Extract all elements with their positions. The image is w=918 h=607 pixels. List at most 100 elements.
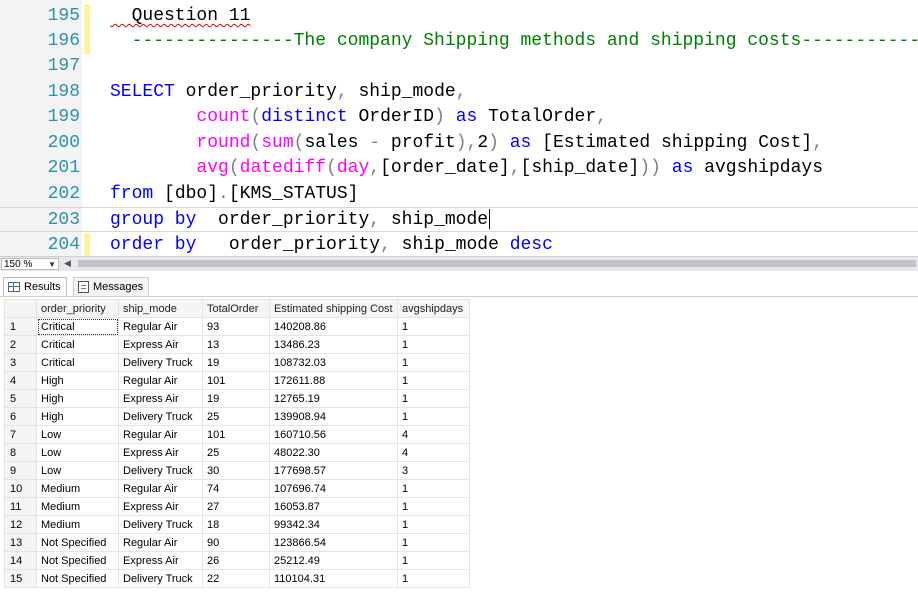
table-cell[interactable]: 1 xyxy=(397,533,470,552)
row-number[interactable]: 1 xyxy=(4,317,37,336)
query-editor[interactable]: 195 Question 11 196 ---------------The co… xyxy=(0,0,918,256)
table-cell[interactable]: Express Air xyxy=(118,443,203,462)
table-cell[interactable]: 1 xyxy=(397,497,470,516)
table-cell[interactable]: 1 xyxy=(397,353,470,372)
table-cell[interactable]: Critical xyxy=(36,353,119,372)
table-cell[interactable]: High xyxy=(36,389,119,408)
table-row[interactable]: 7 Low Regular Air 101 160710.56 4 xyxy=(4,425,470,444)
table-row[interactable]: 13 Not Specified Regular Air 90 123866.54 1 xyxy=(4,533,470,552)
table-row[interactable]: 12 Medium Delivery Truck 18 99342.34 1 xyxy=(4,515,470,534)
table-row[interactable]: 2 Critical Express Air 13 13486.23 1 xyxy=(4,335,470,354)
table-row[interactable]: 9 Low Delivery Truck 30 177698.57 3 xyxy=(4,461,470,480)
code-line[interactable]: 196 ---------------The company Shipping … xyxy=(0,29,918,54)
table-cell[interactable]: Medium xyxy=(36,497,119,516)
table-cell[interactable]: Express Air xyxy=(118,335,203,354)
row-number[interactable]: 2 xyxy=(4,335,37,354)
code-line[interactable]: 203 group by order_priority, ship_mode xyxy=(0,207,918,232)
table-row[interactable]: 1 Critical Regular Air 93 140208.86 1 xyxy=(4,317,470,336)
table-cell[interactable]: 139908.94 xyxy=(269,407,398,426)
table-cell[interactable]: 13486.23 xyxy=(269,335,398,354)
table-cell[interactable]: Delivery Truck xyxy=(118,515,203,534)
table-row[interactable]: 5 High Express Air 19 12765.19 1 xyxy=(4,389,470,408)
table-cell[interactable]: High xyxy=(36,371,119,390)
table-row[interactable]: 6 High Delivery Truck 25 139908.94 1 xyxy=(4,407,470,426)
table-cell[interactable]: 4 xyxy=(397,443,470,462)
table-cell[interactable]: 1 xyxy=(397,479,470,498)
row-number[interactable]: 5 xyxy=(4,389,37,408)
table-cell[interactable]: 172611.88 xyxy=(269,371,398,390)
table-cell[interactable]: 123866.54 xyxy=(269,533,398,552)
code-line[interactable]: 197 xyxy=(0,54,918,79)
row-number[interactable]: 13 xyxy=(4,533,37,552)
row-number[interactable]: 10 xyxy=(4,479,37,498)
table-cell[interactable]: Express Air xyxy=(118,551,203,570)
table-cell[interactable]: Delivery Truck xyxy=(118,569,203,588)
table-cell[interactable]: 140208.86 xyxy=(269,317,398,336)
table-cell[interactable]: 19 xyxy=(202,389,270,408)
column-header[interactable]: order_priority xyxy=(36,299,119,318)
table-cell[interactable]: 90 xyxy=(202,533,270,552)
table-cell[interactable]: 30 xyxy=(202,461,270,480)
column-header[interactable]: TotalOrder xyxy=(202,299,270,318)
column-header[interactable]: ship_mode xyxy=(118,299,203,318)
table-cell[interactable]: Medium xyxy=(36,479,119,498)
table-cell[interactable]: Regular Air xyxy=(118,317,203,336)
table-cell[interactable]: 25 xyxy=(202,407,270,426)
horizontal-scrollbar[interactable] xyxy=(78,260,916,267)
table-cell[interactable]: High xyxy=(36,407,119,426)
table-cell[interactable]: 25 xyxy=(202,443,270,462)
table-cell[interactable]: Low xyxy=(36,461,119,480)
row-number[interactable]: 6 xyxy=(4,407,37,426)
zoom-select[interactable]: 150 % ▼ xyxy=(1,258,59,270)
row-number[interactable]: 7 xyxy=(4,425,37,444)
table-row[interactable]: 11 Medium Express Air 27 16053.87 1 xyxy=(4,497,470,516)
code-line[interactable]: 198 SELECT order_priority, ship_mode, xyxy=(0,80,918,105)
table-cell[interactable]: 1 xyxy=(397,389,470,408)
table-cell[interactable]: 1 xyxy=(397,335,470,354)
row-number[interactable]: 8 xyxy=(4,443,37,462)
column-header[interactable]: Estimated shipping Cost xyxy=(269,299,398,318)
table-cell[interactable]: 13 xyxy=(202,335,270,354)
code-line[interactable]: 195 Question 11 xyxy=(0,4,918,29)
table-cell[interactable]: 16053.87 xyxy=(269,497,398,516)
code-line[interactable]: 199 count(distinct OrderID) as TotalOrde… xyxy=(0,105,918,130)
row-number[interactable]: 14 xyxy=(4,551,37,570)
row-number[interactable]: 4 xyxy=(4,371,37,390)
table-cell[interactable]: 177698.57 xyxy=(269,461,398,480)
table-cell[interactable]: Critical xyxy=(36,335,119,354)
table-cell[interactable]: 101 xyxy=(202,425,270,444)
tab-messages[interactable]: Messages xyxy=(73,277,150,296)
table-cell[interactable]: Not Specified xyxy=(36,569,119,588)
table-row[interactable]: 14 Not Specified Express Air 26 25212.49 1 xyxy=(4,551,470,570)
table-cell[interactable]: 1 xyxy=(397,407,470,426)
row-number[interactable]: 9 xyxy=(4,461,37,480)
table-row[interactable]: 3 Critical Delivery Truck 19 108732.03 1 xyxy=(4,353,470,372)
table-cell[interactable]: Express Air xyxy=(118,389,203,408)
row-number[interactable]: 11 xyxy=(4,497,37,516)
table-row[interactable]: 15 Not Specified Delivery Truck 22 110104.31… xyxy=(4,569,470,588)
table-cell[interactable]: 93 xyxy=(202,317,270,336)
table-cell[interactable]: Medium xyxy=(36,515,119,534)
table-cell[interactable]: 160710.56 xyxy=(269,425,398,444)
table-cell[interactable]: Delivery Truck xyxy=(118,353,203,372)
tab-results[interactable]: Results xyxy=(3,277,67,296)
table-cell[interactable]: 1 xyxy=(397,551,470,570)
code-line[interactable]: 200 round(sum(sales - profit),2) as [Est… xyxy=(0,131,918,156)
table-cell[interactable]: 18 xyxy=(202,515,270,534)
scroll-left-icon[interactable]: ◀ xyxy=(64,258,71,269)
column-header[interactable]: avgshipdays xyxy=(397,299,470,318)
table-cell[interactable]: 1 xyxy=(397,569,470,588)
code-line[interactable]: 204 order by order_priority, ship_mode de… xyxy=(0,233,918,256)
table-cell[interactable]: Express Air xyxy=(118,497,203,516)
table-cell[interactable]: 48022.30 xyxy=(269,443,398,462)
results-grid[interactable]: order_priority ship_mode TotalOrder Estimat… xyxy=(4,299,470,588)
row-number[interactable]: 3 xyxy=(4,353,37,372)
table-cell[interactable]: 22 xyxy=(202,569,270,588)
table-cell[interactable]: 27 xyxy=(202,497,270,516)
row-number[interactable]: 15 xyxy=(4,569,37,588)
code-line[interactable]: 201 avg(datediff(day,[order_date],[ship_… xyxy=(0,156,918,181)
table-cell[interactable]: Regular Air xyxy=(118,371,203,390)
table-cell[interactable]: Delivery Truck xyxy=(118,407,203,426)
table-cell[interactable]: 4 xyxy=(397,425,470,444)
table-row[interactable]: 8 Low Express Air 25 48022.30 4 xyxy=(4,443,470,462)
